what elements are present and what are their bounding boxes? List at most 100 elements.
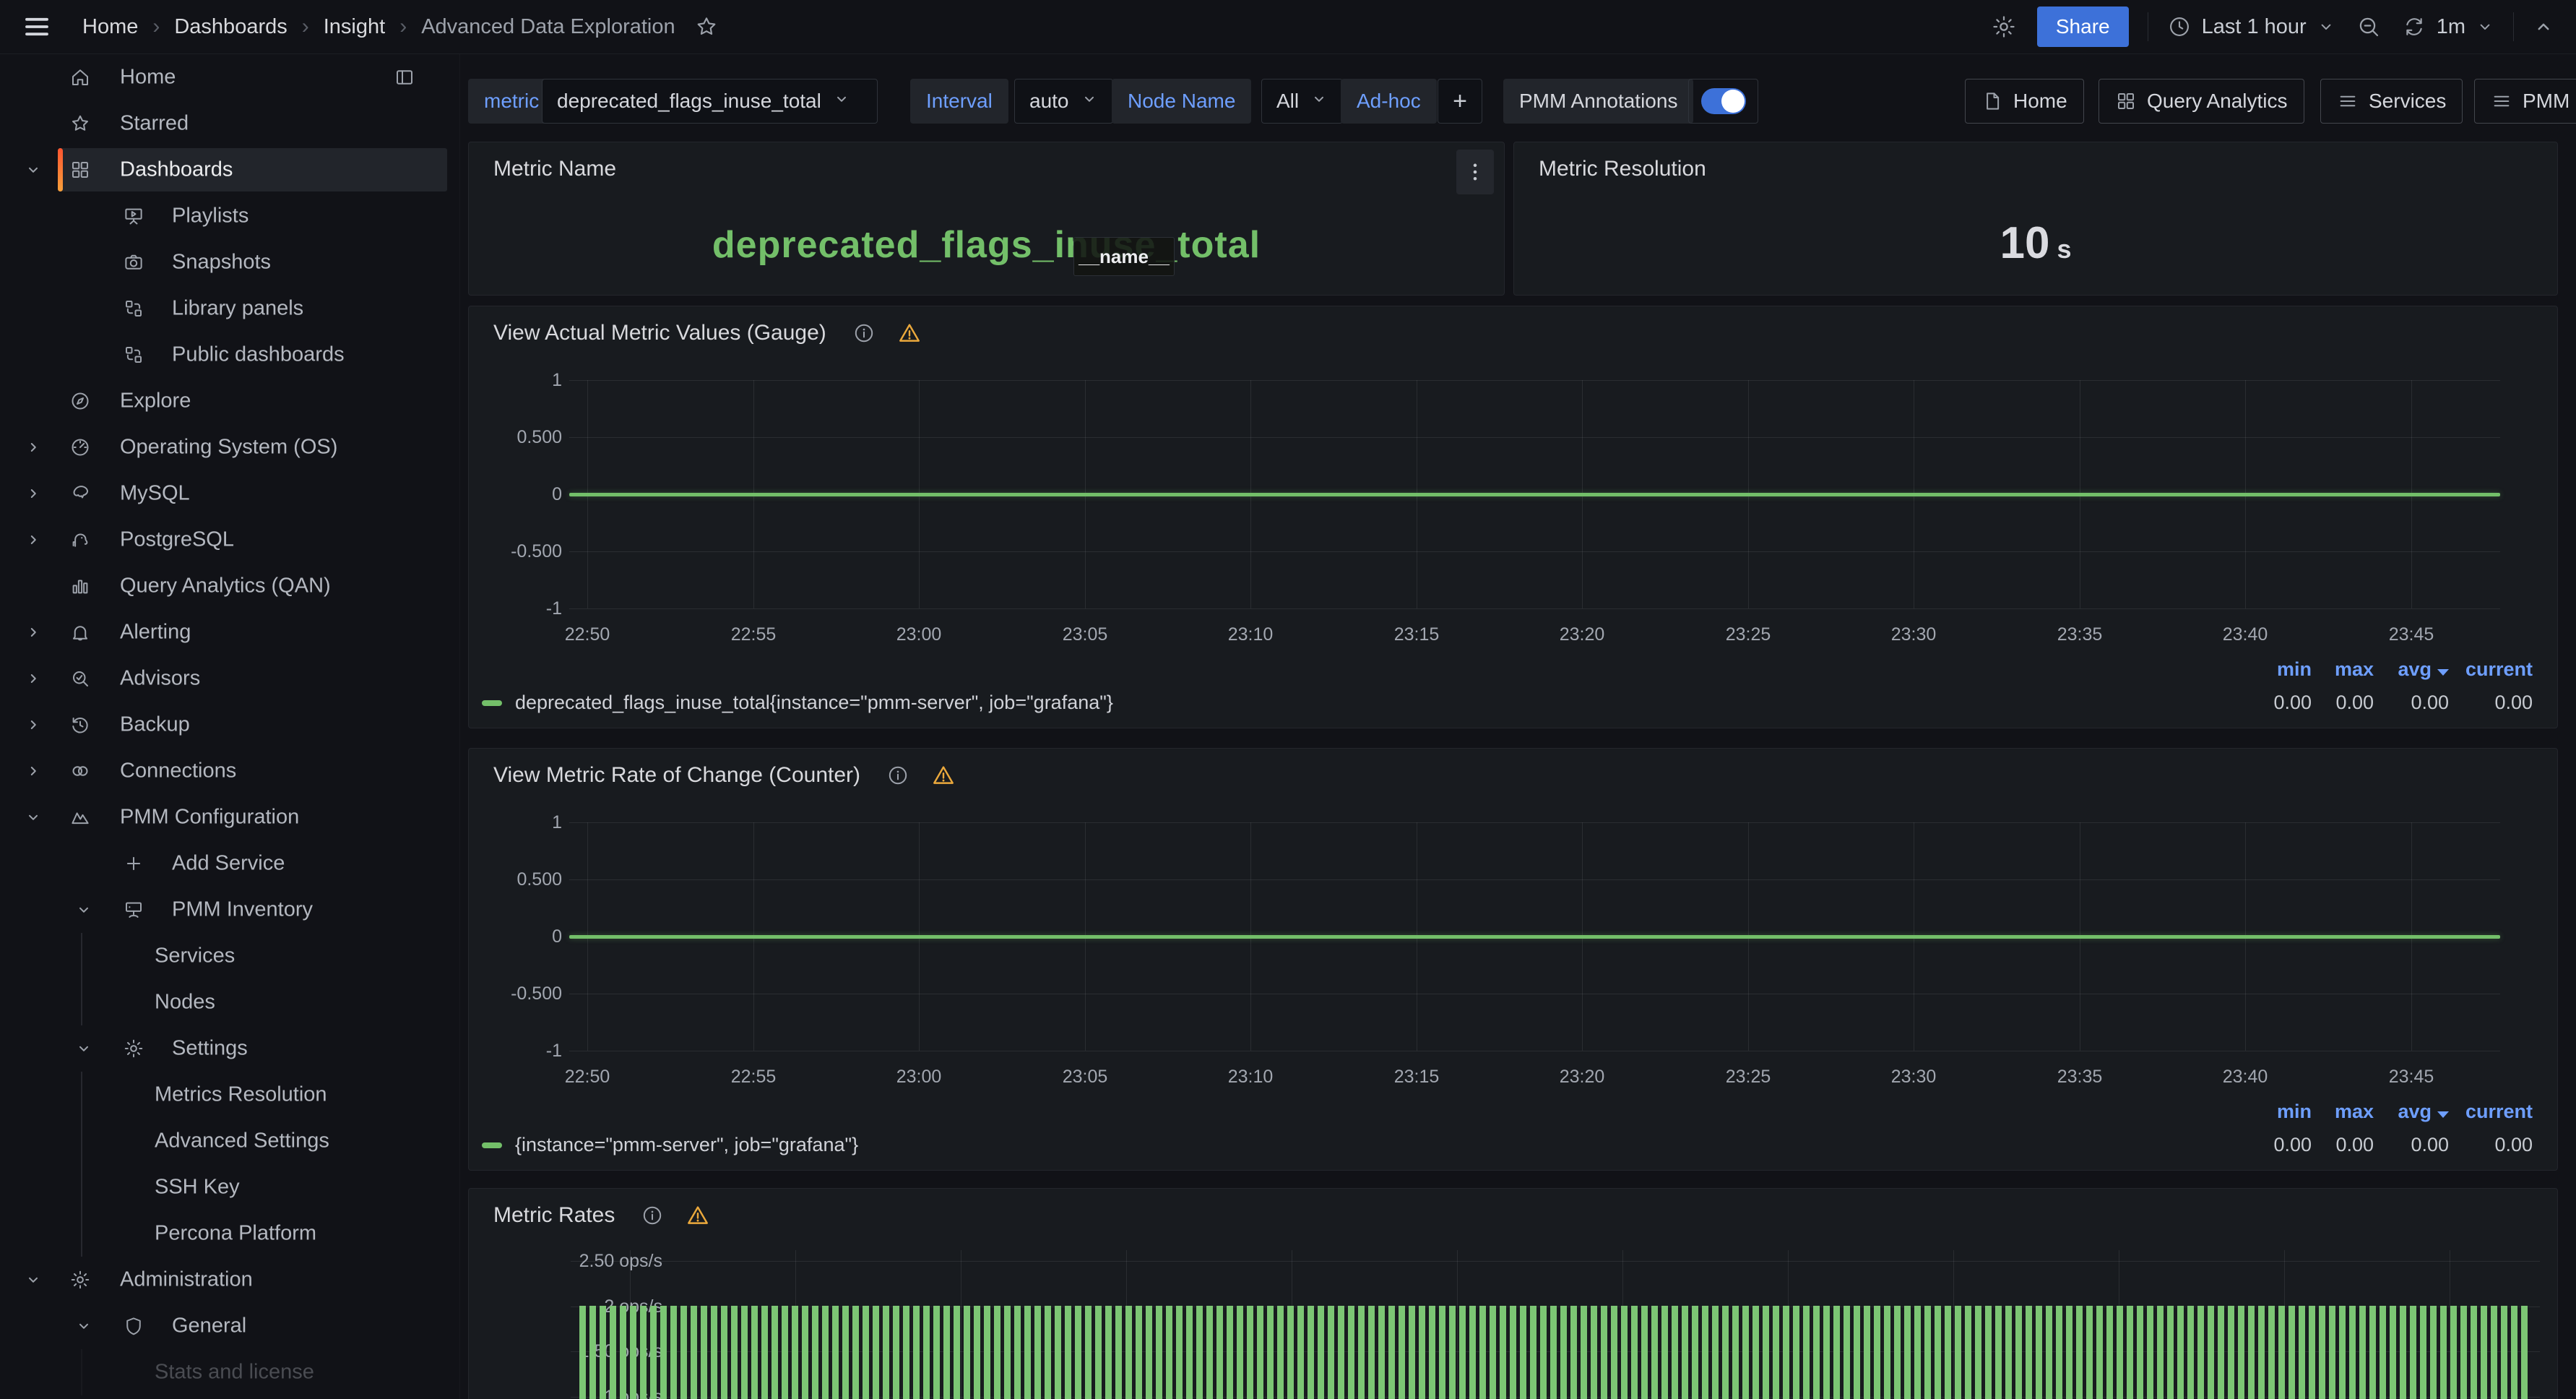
- sidebar-item-label: Home: [120, 66, 176, 90]
- sidebar-item-ssh-key[interactable]: SSH Key: [0, 1164, 460, 1210]
- sidebar-item-home[interactable]: Home: [0, 54, 460, 100]
- sidebar-item-nodes[interactable]: Nodes: [0, 979, 460, 1025]
- sidebar-item-advisors[interactable]: Advisors: [0, 655, 460, 702]
- sidebar-item-explore[interactable]: Explore: [0, 378, 460, 424]
- legend-column-current[interactable]: current: [2449, 1101, 2533, 1123]
- sidebar-item-services[interactable]: Services: [0, 933, 460, 979]
- nav-button-pmm[interactable]: PMM: [2474, 79, 2576, 124]
- star-icon[interactable]: [694, 14, 719, 39]
- panel-title[interactable]: Metric Rates: [493, 1203, 710, 1228]
- variable-value-dropdown[interactable]: All: [1261, 79, 1343, 124]
- refresh-icon[interactable]: [2402, 14, 2426, 39]
- dock-icon[interactable]: [394, 66, 415, 88]
- variable-value-dropdown[interactable]: auto: [1014, 79, 1113, 124]
- sidebar-item-label: Advisors: [120, 667, 200, 691]
- legend-column-avg[interactable]: avg: [2374, 1101, 2449, 1123]
- legend-series-item[interactable]: {instance="pmm-server", job="grafana"}: [482, 1134, 858, 1156]
- sidebar-item-query-analytics-qan[interactable]: Query Analytics (QAN): [0, 563, 460, 609]
- breadcrumb-separator: ›: [302, 14, 309, 39]
- chevron-right-icon[interactable]: [25, 762, 42, 780]
- variable-value-dropdown[interactable]: deprecated_flags_inuse_total: [542, 79, 878, 124]
- x-axis-tick-label: 23:45: [2368, 1067, 2455, 1088]
- panel-title[interactable]: Metric Name: [493, 157, 616, 181]
- sidebar-item-public-dashboards[interactable]: Public dashboards: [0, 332, 460, 378]
- chevron-right-icon[interactable]: [25, 485, 42, 502]
- warning-icon[interactable]: [931, 763, 956, 788]
- sidebar-item-snapshots[interactable]: Snapshots: [0, 239, 460, 285]
- x-axis-tick-label: 23:05: [1042, 624, 1128, 645]
- sidebar-item-label: Advanced Settings: [155, 1129, 329, 1153]
- nav-button-services[interactable]: Services: [2320, 79, 2463, 124]
- sidebar-item-advanced-settings[interactable]: Advanced Settings: [0, 1118, 460, 1164]
- info-icon[interactable]: [641, 1204, 664, 1227]
- sidebar-item-percona-platform[interactable]: Percona Platform: [0, 1210, 460, 1257]
- sidebar-item-alerting[interactable]: Alerting: [0, 609, 460, 655]
- panel-title[interactable]: View Metric Rate of Change (Counter): [493, 763, 956, 788]
- sidebar-item-label: Snapshots: [172, 251, 271, 275]
- sidebar-item-dashboards[interactable]: Dashboards: [0, 147, 460, 193]
- chevron-down-icon[interactable]: [75, 1317, 92, 1335]
- legend-column-avg[interactable]: avg: [2374, 658, 2449, 681]
- sidebar-item-pmm-configuration[interactable]: PMM Configuration: [0, 794, 460, 840]
- warning-icon[interactable]: [686, 1203, 710, 1228]
- sidebar-item-library-panels[interactable]: Library panels: [0, 285, 460, 332]
- sidebar-item-label: PMM Inventory: [172, 898, 313, 922]
- chevron-down-icon[interactable]: [75, 1040, 92, 1057]
- warning-icon[interactable]: [897, 321, 922, 345]
- sidebar-item-playlists[interactable]: Playlists: [0, 193, 460, 239]
- breadcrumb-item[interactable]: Home: [82, 15, 138, 39]
- legend-series-item[interactable]: deprecated_flags_inuse_total{instance="p…: [482, 692, 1113, 714]
- info-icon[interactable]: [852, 322, 876, 345]
- menu-icon[interactable]: [22, 12, 52, 42]
- breadcrumb-item[interactable]: Dashboards: [174, 15, 287, 39]
- chevron-down-icon[interactable]: [25, 161, 42, 178]
- sidebar-item-label: Playlists: [172, 205, 248, 228]
- sidebar-item-metrics-resolution[interactable]: Metrics Resolution: [0, 1072, 460, 1118]
- chevron-right-icon[interactable]: [25, 670, 42, 687]
- sidebar-item-backup[interactable]: Backup: [0, 702, 460, 748]
- sidebar-item-connections[interactable]: Connections: [0, 748, 460, 794]
- sidebar-item-starred[interactable]: Starred: [0, 100, 460, 147]
- info-icon[interactable]: [886, 764, 909, 787]
- series-color-swatch: [482, 1142, 502, 1148]
- x-axis-tick-label: 22:55: [710, 624, 797, 645]
- legend-column-max[interactable]: max: [2312, 658, 2374, 681]
- refresh-picker[interactable]: 1m: [2402, 14, 2494, 39]
- pmm-annotations-toggle[interactable]: [1688, 79, 1758, 124]
- gear-icon[interactable]: [1991, 14, 2017, 40]
- sidebar-item-label: Connections: [120, 759, 236, 783]
- chevron-up-icon[interactable]: [2533, 16, 2554, 38]
- sidebar-item-administration[interactable]: Administration: [0, 1257, 460, 1303]
- sidebar-item-pmm-inventory[interactable]: PMM Inventory: [0, 887, 460, 933]
- sidebar-item-operating-system-os[interactable]: Operating System (OS): [0, 424, 460, 470]
- sidebar-item-postgresql[interactable]: PostgreSQL: [0, 517, 460, 563]
- sidebar-item-label: Stats and license: [155, 1361, 314, 1385]
- nav-button-query-analytics[interactable]: Query Analytics: [2099, 79, 2304, 124]
- sidebar-item-general[interactable]: General: [0, 1303, 460, 1349]
- sidebar-item-settings[interactable]: Settings: [0, 1025, 460, 1072]
- star-icon: [69, 113, 91, 134]
- legend-column-min[interactable]: min: [2249, 1101, 2312, 1123]
- nav-button-home[interactable]: Home: [1965, 79, 2084, 124]
- chevron-right-icon[interactable]: [25, 531, 42, 548]
- add-adhoc-filter-button[interactable]: +: [1438, 79, 1482, 124]
- chevron-right-icon[interactable]: [25, 716, 42, 733]
- zoom-out-icon[interactable]: [2356, 14, 2382, 40]
- time-range-picker[interactable]: Last 1 hour: [2167, 14, 2335, 39]
- sidebar-item-add-service[interactable]: Add Service: [0, 840, 460, 887]
- chevron-right-icon[interactable]: [25, 624, 42, 641]
- panel-title[interactable]: Metric Resolution: [1539, 157, 1706, 181]
- panel-title[interactable]: View Actual Metric Values (Gauge): [493, 321, 922, 345]
- chevron-down-icon[interactable]: [25, 809, 42, 826]
- chevron-down-icon[interactable]: [25, 1271, 42, 1288]
- legend-column-max[interactable]: max: [2312, 1101, 2374, 1123]
- sidebar-item-mysql[interactable]: MySQL: [0, 470, 460, 517]
- breadcrumb-item[interactable]: Insight: [324, 15, 385, 39]
- chevron-down-icon[interactable]: [75, 901, 92, 918]
- legend-column-current[interactable]: current: [2449, 658, 2533, 681]
- legend-column-min[interactable]: min: [2249, 658, 2312, 681]
- chevron-right-icon[interactable]: [25, 439, 42, 456]
- sidebar-item-stats-and-license[interactable]: Stats and license: [0, 1349, 460, 1395]
- share-button[interactable]: Share: [2037, 7, 2129, 47]
- panel-menu-kebab-icon[interactable]: [1456, 150, 1494, 194]
